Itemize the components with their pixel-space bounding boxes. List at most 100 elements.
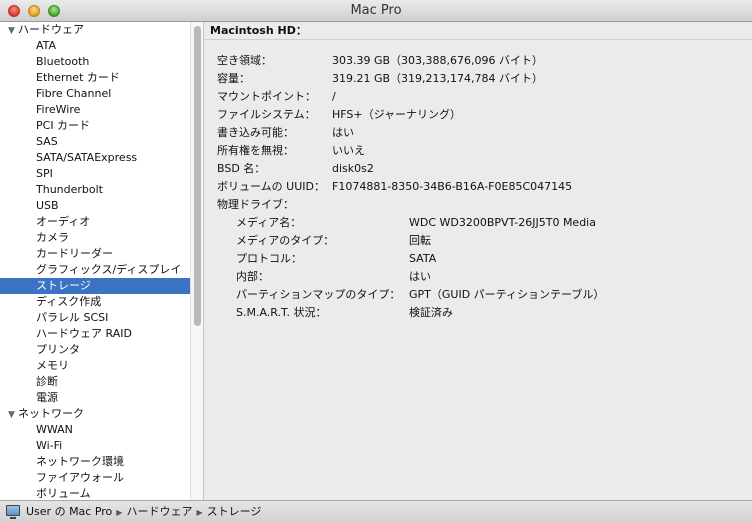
sidebar-item-label: ハードウェア RAID — [36, 327, 132, 340]
property-value: 検証済み — [409, 306, 453, 319]
property-value: HFS+（ジャーナリング） — [332, 108, 462, 121]
sidebar: ▼ ハードウェア ATA Bluetooth Ethernet カード Fibre Cha… — [0, 22, 190, 500]
sidebar-item[interactable]: Ethernet カード — [0, 70, 190, 86]
sidebar-item-label: SATA/SATAExpress — [36, 151, 138, 164]
sidebar-item-label: Wi-Fi — [36, 439, 63, 452]
sidebar-item-label: 診断 — [36, 375, 58, 388]
volume-title: Macintosh HD： — [204, 22, 752, 40]
sidebar-item[interactable]: 電源 — [0, 390, 190, 406]
window-title: Mac Pro — [350, 3, 402, 18]
path-segment[interactable]: ストレージ — [207, 505, 262, 518]
property-label: 空き領域： — [217, 54, 272, 67]
property-value: 319.21 GB（319,213,174,784 バイト） — [332, 72, 544, 85]
sidebar-item[interactable]: Bluetooth — [0, 54, 190, 70]
sidebar-item[interactable]: SPI — [0, 166, 190, 182]
sidebar-item-label: カメラ — [36, 231, 69, 244]
sidebar-item-label: SPI — [36, 167, 53, 180]
sidebar-item-label: WWAN — [36, 423, 73, 436]
sidebar-item[interactable]: カードリーダー — [0, 246, 190, 262]
sidebar-item-label: SAS — [36, 135, 58, 148]
path-segment[interactable]: User の Mac Pro — [26, 505, 112, 518]
sidebar-item[interactable]: USB — [0, 198, 190, 214]
sidebar-item[interactable]: PCI カード — [0, 118, 190, 134]
sidebar-item[interactable]: SATA/SATAExpress — [0, 150, 190, 166]
disclosure-triangle-icon[interactable]: ▼ — [8, 23, 18, 39]
sidebar-item-label: 電源 — [36, 391, 58, 404]
sidebar-item-label: オーディオ — [36, 215, 91, 228]
sidebar-item-label: PCI カード — [36, 119, 91, 132]
sidebar-item[interactable]: ハードウェア RAID — [0, 326, 190, 342]
property-label: メディアのタイプ： — [236, 234, 335, 247]
sidebar-item-label: プリンタ — [36, 343, 80, 356]
property-label: 所有権を無視： — [217, 144, 294, 157]
sidebar-item-label: ハードウェア — [18, 23, 84, 36]
path-segment[interactable]: ハードウェア — [126, 505, 192, 518]
property-label: マウントポイント： — [217, 90, 316, 103]
sidebar-item-label: ボリューム — [36, 487, 91, 500]
sidebar-item[interactable]: Fibre Channel — [0, 86, 190, 102]
property-label: 容量： — [217, 72, 250, 85]
property-label: メディア名： — [236, 216, 302, 229]
sidebar-item[interactable]: ファイアウォール — [0, 470, 190, 486]
sidebar-category[interactable]: ▼ ハードウェア — [0, 22, 190, 38]
property-label: パーティションマップのタイプ： — [236, 288, 401, 301]
sidebar-item-label: Bluetooth — [36, 55, 90, 68]
sidebar-item-label: Fibre Channel — [36, 87, 112, 100]
sidebar-item[interactable]: ATA — [0, 38, 190, 54]
sidebar-item-label: メモリ — [36, 359, 69, 372]
sidebar-item[interactable]: SAS — [0, 134, 190, 150]
property-value: disk0s2 — [332, 162, 374, 175]
sidebar-item-label: USB — [36, 199, 59, 212]
sidebar-item[interactable]: FireWire — [0, 102, 190, 118]
sidebar-item[interactable]: ネットワーク環境 — [0, 454, 190, 470]
property-label: 内部： — [236, 270, 269, 283]
property-label: BSD 名： — [217, 162, 266, 175]
sidebar-item[interactable]: パラレル SCSI — [0, 310, 190, 326]
sidebar-item-label: パラレル SCSI — [36, 311, 109, 324]
sidebar-item[interactable]: ディスク作成 — [0, 294, 190, 310]
property-value: 回転 — [409, 234, 431, 247]
sidebar-item[interactable]: 診断 — [0, 374, 190, 390]
sidebar-item[interactable]: WWAN — [0, 422, 190, 438]
sidebar-item-label: ネットワーク — [18, 407, 84, 420]
property-value: WDC WD3200BPVT-26JJ5T0 Media — [409, 216, 596, 229]
property-value: いいえ — [332, 144, 365, 157]
property-value: はい — [409, 270, 431, 283]
sidebar-item-label: Thunderbolt — [36, 183, 103, 196]
sidebar-item[interactable]: オーディオ — [0, 214, 190, 230]
path-separator-icon: ▶ — [196, 508, 203, 517]
detail-pane: Macintosh HD： 空き領域： 303.39 GB（303,388,676… — [204, 22, 752, 500]
sidebar-item[interactable]: Wi-Fi — [0, 438, 190, 454]
path-separator-icon: ▶ — [116, 508, 123, 517]
property-value: F1074881-8350-34B6-B16A-F0E85C047145 — [332, 180, 573, 193]
sidebar-item-label: ディスク作成 — [36, 295, 102, 308]
property-value: はい — [332, 126, 354, 139]
sidebar-category[interactable]: ▼ ネットワーク — [0, 406, 190, 422]
sidebar-item-label: ネットワーク環境 — [36, 455, 124, 468]
property-label: S.M.A.R.T. 状況： — [236, 306, 327, 319]
path-bar: User の Mac Pro ▶ ハードウェア ▶ ストレージ — [0, 500, 752, 522]
sidebar-item[interactable]: ボリューム — [0, 486, 190, 500]
sidebar-item[interactable]: メモリ — [0, 358, 190, 374]
title-bar: Mac Pro — [0, 0, 752, 22]
property-label: プロトコル： — [236, 252, 302, 265]
sidebar-scrollbar-thumb[interactable] — [194, 26, 201, 326]
property-value: / — [332, 90, 336, 103]
sidebar-item[interactable]: グラフィックス/ディスプレイ — [0, 262, 190, 278]
sidebar-item[interactable]: ストレージ — [0, 278, 190, 294]
property-label: 物理ドライブ： — [217, 198, 294, 211]
sidebar-item-label: グラフィックス/ディスプレイ — [36, 263, 182, 276]
sidebar-item-label: ストレージ — [36, 279, 91, 292]
property-value: GPT（GUID パーティションテーブル） — [409, 288, 605, 301]
property-label: ボリュームの UUID： — [217, 180, 325, 193]
sidebar-item-label: ファイアウォール — [36, 471, 124, 484]
sidebar-item[interactable]: プリンタ — [0, 342, 190, 358]
sidebar-scrollbar[interactable] — [190, 22, 204, 500]
computer-icon — [6, 505, 20, 519]
property-label: 書き込み可能： — [217, 126, 294, 139]
sidebar-item-label: ATA — [36, 39, 57, 52]
disclosure-triangle-icon[interactable]: ▼ — [8, 407, 18, 423]
sidebar-item[interactable]: カメラ — [0, 230, 190, 246]
property-value: SATA — [409, 252, 437, 265]
sidebar-item[interactable]: Thunderbolt — [0, 182, 190, 198]
